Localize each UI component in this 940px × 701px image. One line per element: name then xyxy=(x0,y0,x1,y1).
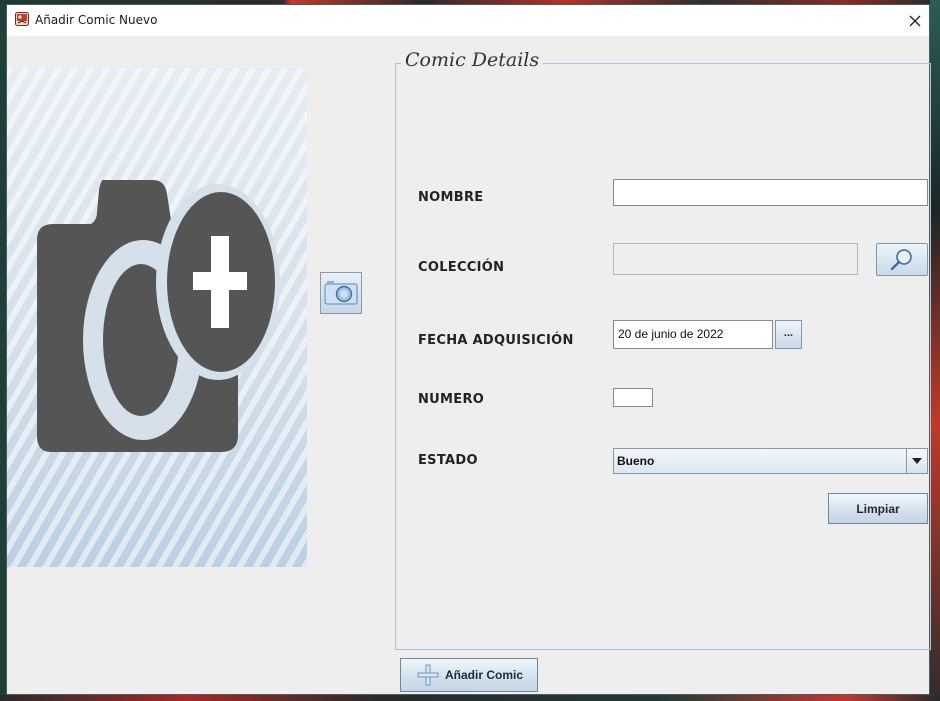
nombre-input[interactable] xyxy=(613,179,928,206)
nombre-label: NOMBRE xyxy=(418,190,484,205)
coleccion-search-button[interactable] xyxy=(876,243,928,276)
camera-plus-icon xyxy=(37,180,280,452)
camera-icon xyxy=(324,281,358,305)
desktop-background-right xyxy=(930,0,940,701)
window-title: Añadir Comic Nuevo xyxy=(35,13,158,27)
close-icon xyxy=(909,15,921,26)
add-comic-label: Añadir Comic xyxy=(445,668,524,682)
app-comic-icon xyxy=(15,12,29,26)
select-photo-button[interactable] xyxy=(320,272,362,314)
estado-label: ESTADO xyxy=(418,453,478,468)
estado-selected-value: Bueno xyxy=(617,454,655,468)
numero-input[interactable] xyxy=(613,388,653,407)
magnifier-icon xyxy=(890,248,912,270)
chevron-down-icon xyxy=(912,458,922,464)
coleccion-input[interactable] xyxy=(613,243,858,275)
title-bar[interactable]: Añadir Comic Nuevo xyxy=(7,5,929,36)
comic-details-panel xyxy=(395,63,931,650)
fecha-label: FECHA ADQUISICIÓN xyxy=(418,333,574,348)
clear-button[interactable]: Limpiar xyxy=(828,493,928,524)
add-comic-button[interactable]: Añadir Comic xyxy=(400,658,538,692)
estado-dropdown-arrow[interactable] xyxy=(906,449,927,473)
cover-image-preview[interactable] xyxy=(7,68,307,567)
numero-label: NUMERO xyxy=(418,392,485,407)
coleccion-label: COLECCIÓN xyxy=(418,260,505,275)
estado-select[interactable]: Bueno xyxy=(613,448,928,474)
date-picker-button[interactable]: ... xyxy=(775,320,802,349)
add-comic-dialog: Añadir Comic Nuevo Comic Details NOMBRE … xyxy=(6,4,931,695)
close-button[interactable] xyxy=(901,5,929,36)
desktop-background-bottom xyxy=(0,695,940,701)
fecha-input[interactable]: 20 de junio de 2022 xyxy=(613,320,773,349)
plus-icon xyxy=(417,664,439,686)
panel-title: Comic Details xyxy=(401,49,544,71)
